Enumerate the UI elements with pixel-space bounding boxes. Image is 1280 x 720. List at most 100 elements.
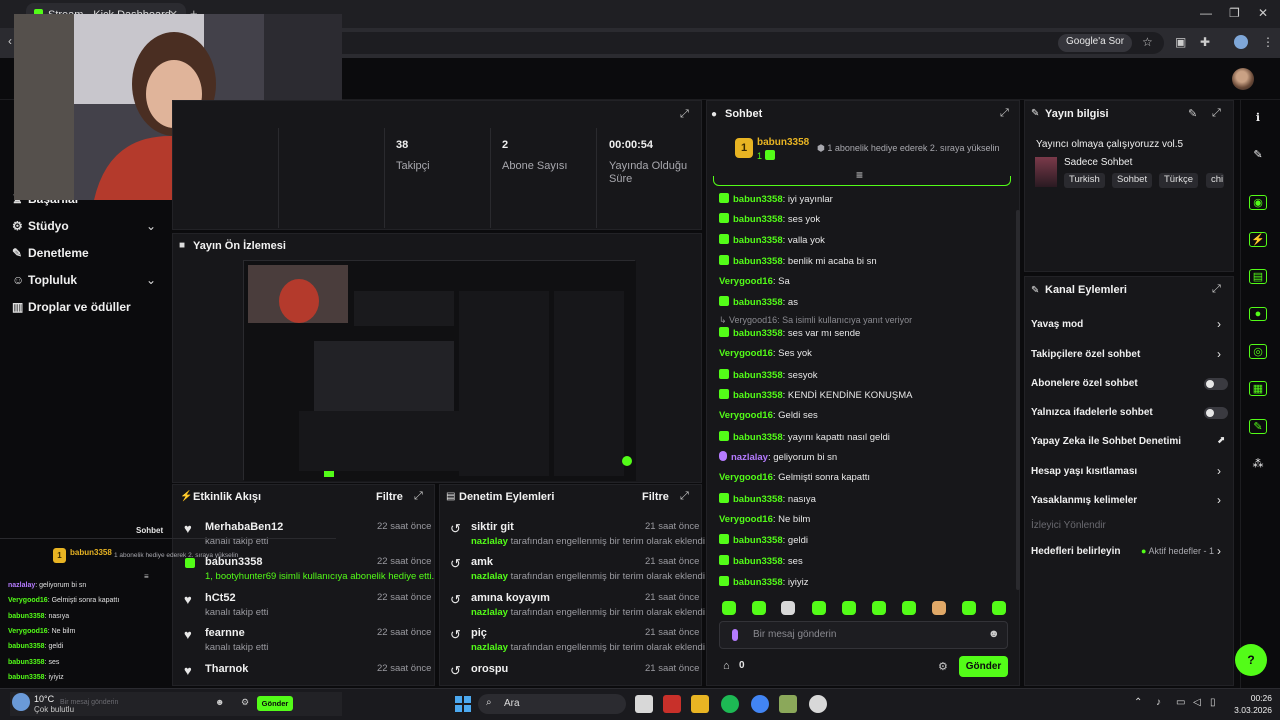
pencil-icon[interactable]: ✎ (1249, 148, 1267, 161)
chat-username[interactable]: babun3358 (8, 643, 45, 650)
chat-username[interactable]: Verygood16 (719, 472, 773, 483)
account-age-row[interactable]: Hesap yaşı kısıtlaması (1031, 466, 1137, 477)
emoji-icon[interactable]: ☻ (988, 628, 1000, 640)
tray-chevron-icon[interactable]: ⌃ (1134, 697, 1142, 708)
expand-icon[interactable]: ⤢ (414, 490, 423, 503)
maximize-icon[interactable]: ❐ (1229, 6, 1240, 20)
chat-username[interactable]: nazlalay (8, 582, 35, 589)
undo-icon[interactable]: ↺ (450, 592, 461, 608)
undo-icon[interactable]: ↺ (450, 627, 461, 643)
sidebar-item-community[interactable]: ☺ Topluluk (12, 273, 77, 287)
info-icon[interactable]: ℹ (1249, 111, 1267, 124)
chat-username[interactable]: Verygood16 (8, 597, 48, 604)
points-icon[interactable]: ⌂ (723, 660, 730, 672)
chat-username[interactable]: babun3358 (733, 297, 783, 308)
app-icon[interactable] (663, 695, 681, 713)
app-icon[interactable] (779, 695, 797, 713)
chat-username[interactable]: babun3358 (733, 235, 783, 246)
tag[interactable]: Turkish (1064, 173, 1105, 188)
mod-user[interactable]: nazlalay (471, 642, 508, 653)
chat-username[interactable]: babun3358 (733, 432, 783, 443)
emote-icon[interactable] (962, 601, 976, 615)
expand-icon[interactable]: ⤢ (1212, 283, 1221, 296)
send-button[interactable]: Gönder (959, 656, 1008, 677)
category-thumbnail[interactable] (1035, 157, 1057, 187)
expand-icon[interactable]: ⤢ (1212, 107, 1221, 120)
wrench-icon[interactable]: ✎ (1249, 419, 1267, 434)
undo-icon[interactable]: ↺ (450, 556, 461, 572)
emote-only-toggle[interactable] (1204, 407, 1228, 419)
clock-time[interactable]: 00:26 (1236, 693, 1272, 703)
windows-start-icon[interactable] (455, 696, 471, 712)
moderation-filter-button[interactable]: Filtre (642, 491, 669, 503)
activity-user[interactable]: hCt52 (205, 592, 236, 604)
undo-icon[interactable]: ↺ (450, 663, 461, 679)
menu-icon[interactable]: ⋮ (1262, 35, 1274, 49)
apps-icon[interactable]: ⁂ (1249, 457, 1267, 470)
sidebar-item-studio[interactable]: ⚙ Stüdyo (12, 219, 69, 233)
emoji-icon[interactable]: ☻ (215, 697, 224, 707)
chevron-right-icon[interactable]: › (1217, 493, 1221, 507)
volume-icon[interactable]: ◁ (1193, 697, 1201, 708)
chat-username[interactable]: babun3358 (733, 256, 783, 267)
chat-username[interactable]: babun3358 (733, 370, 783, 381)
chat-username[interactable]: Verygood16 (8, 628, 48, 635)
mini-send-button[interactable]: Gönder (257, 696, 293, 711)
mod-user[interactable]: nazlalay (471, 607, 508, 618)
chat-input[interactable]: Bir mesaj gönderin ☻ (719, 621, 1008, 649)
back-icon[interactable]: ‹ (8, 34, 12, 48)
chevron-right-icon[interactable]: › (1217, 464, 1221, 478)
avatar[interactable] (1232, 68, 1254, 90)
chat-username[interactable]: babun3358 (733, 194, 783, 205)
network-icon[interactable]: ▭ (1176, 697, 1185, 708)
followers-only-row[interactable]: Takipçilere özel sohbet (1031, 349, 1140, 360)
chrome-icon[interactable] (751, 695, 769, 713)
pinned-user[interactable]: babun3358 (757, 137, 809, 148)
chat-username[interactable]: babun3358 (733, 214, 783, 225)
close-window-icon[interactable]: ✕ (1258, 6, 1268, 20)
taskbar-search[interactable]: ⌕ Ara (478, 694, 626, 714)
chat-scrollbar[interactable] (1016, 210, 1020, 590)
slow-mode-row[interactable]: Yavaş mod (1031, 319, 1083, 330)
chevron-down-icon[interactable]: ⌄ (146, 273, 156, 287)
mini-pinned-user[interactable]: babun3358 (70, 548, 112, 557)
chevron-right-icon[interactable]: › (1217, 347, 1221, 361)
chat-username[interactable]: nazlalay (731, 452, 768, 463)
activity-user[interactable]: Tharnok (205, 663, 248, 675)
chat-username[interactable]: babun3358 (8, 659, 45, 666)
chat-username[interactable]: Verygood16 (719, 514, 773, 525)
document-icon[interactable]: ▤ (1249, 269, 1267, 284)
external-link-icon[interactable]: ⬈ (1217, 435, 1225, 446)
chat-username[interactable]: babun3358 (733, 556, 783, 567)
clock-date[interactable]: 3.03.2026 (1226, 705, 1272, 715)
expand-icon[interactable]: ⤢ (680, 490, 689, 503)
emote-icon[interactable] (781, 601, 795, 615)
undo-icon[interactable]: ↺ (450, 521, 461, 537)
minimize-icon[interactable]: — (1200, 6, 1212, 20)
layout-icon[interactable]: ▦ (1249, 381, 1267, 396)
mic-icon[interactable]: ♪ (1156, 697, 1161, 708)
sidebar-item-moderation[interactable]: ✎ Denetleme (12, 246, 89, 260)
chat-username[interactable]: babun3358 (733, 535, 783, 546)
stream-preview-video[interactable] (243, 260, 636, 481)
extension-icon[interactable]: ▣ (1175, 35, 1186, 49)
obs-icon[interactable] (809, 695, 827, 713)
profile-icon[interactable] (1234, 35, 1248, 49)
edit-icon[interactable]: ✎ (1188, 107, 1197, 120)
chat-icon[interactable]: ● (1249, 307, 1267, 321)
mod-user[interactable]: nazlalay (471, 571, 508, 582)
subscribers-only-toggle[interactable] (1204, 378, 1228, 390)
task-view-icon[interactable] (635, 695, 653, 713)
ai-moderation-row[interactable]: Yapay Zeka ile Sohbet Denetimi (1031, 436, 1181, 447)
category-name[interactable]: Sadece Sohbet (1064, 157, 1132, 168)
goals-row[interactable]: Hedefleri belirleyin (1031, 546, 1120, 557)
chat-username[interactable]: Verygood16 (719, 410, 773, 421)
emote-icon[interactable] (722, 601, 736, 615)
emote-icon[interactable] (932, 601, 946, 615)
settings-icon[interactable]: ⚙ (241, 697, 249, 708)
chat-username[interactable]: babun3358 (8, 613, 45, 620)
chat-username[interactable]: Verygood16 (719, 276, 773, 287)
chevron-down-icon[interactable]: ⌄ (146, 219, 156, 233)
expand-icon[interactable]: ⤢ (680, 108, 689, 121)
battery-icon[interactable]: ▯ (1210, 697, 1216, 708)
